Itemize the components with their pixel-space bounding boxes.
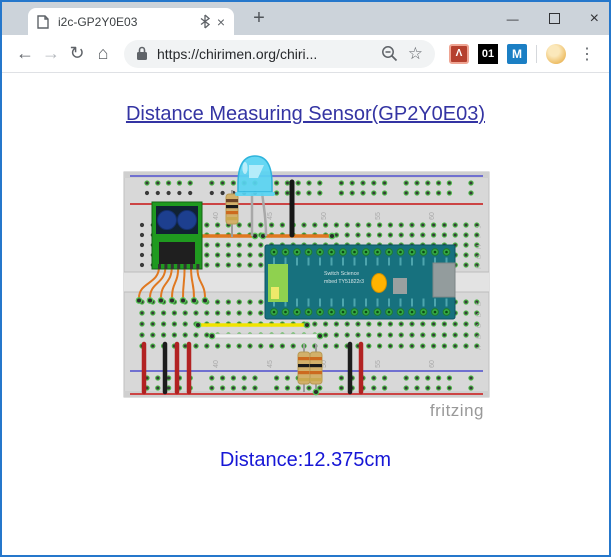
browser-menu-icon[interactable]: ⋮ [575, 44, 599, 64]
svg-text:H: H [477, 245, 483, 249]
svg-text:60: 60 [429, 212, 436, 220]
url-text[interactable]: https://chirimen.org/chiri... [148, 46, 381, 62]
m-extension-icon[interactable]: M [507, 44, 527, 64]
circuit-figure: 40404545505055556060JIHGFEDCBA Switch Sc… [122, 152, 490, 422]
01-extension-icon[interactable]: 01 [478, 44, 498, 64]
bluetooth-icon [200, 14, 210, 29]
svg-text:F: F [477, 265, 483, 269]
window-close-button[interactable]: × [590, 11, 599, 27]
svg-text:55: 55 [375, 360, 382, 368]
zoom-indicator-icon[interactable] [381, 45, 398, 62]
extensions-row: Λ 01 M ⋮ [443, 44, 599, 64]
svg-text:60: 60 [429, 360, 436, 368]
forward-icon[interactable]: → [38, 43, 64, 64]
fritzing-watermark: fritzing [429, 401, 483, 420]
svg-text:J: J [477, 226, 483, 229]
tab-title: i2c-GP2Y0E03 [49, 15, 200, 29]
svg-text:G: G [477, 254, 483, 259]
breadboard-image: 40404545505055556060JIHGFEDCBA Switch Sc… [122, 152, 490, 422]
mbed-label-line1: Switch Science [324, 271, 359, 277]
browser-tab[interactable]: i2c-GP2Y0E03 × [28, 8, 234, 35]
svg-text:45: 45 [267, 360, 274, 368]
tab-close-icon[interactable]: × [217, 15, 225, 29]
address-bar[interactable]: https://chirimen.org/chiri... ☆ [124, 40, 435, 68]
svg-text:40: 40 [213, 212, 220, 220]
home-icon[interactable]: ⌂ [90, 43, 116, 64]
back-icon[interactable]: ← [12, 43, 38, 64]
svg-text:55: 55 [375, 212, 382, 220]
page-title-link[interactable]: Distance Measuring Sensor(GP2Y0E03) [126, 103, 485, 126]
browser-toolbar: ← → ↻ ⌂ https://chirimen.org/chiri... ☆ … [2, 35, 609, 73]
distance-readout: Distance:12.375cm [2, 449, 609, 472]
svg-text:C: C [477, 323, 483, 328]
toolbar-divider [536, 45, 537, 63]
window-controls: — × [507, 2, 599, 35]
new-tab-button[interactable]: + [247, 6, 271, 30]
reload-icon[interactable]: ↻ [64, 43, 90, 64]
hamster-extension-icon[interactable] [546, 44, 566, 64]
tab-strip: i2c-GP2Y0E03 × + — × [2, 2, 609, 35]
svg-text:45: 45 [267, 212, 274, 220]
page-favicon-icon [37, 15, 49, 29]
lock-icon [136, 46, 148, 61]
svg-text:A: A [477, 346, 483, 350]
svg-text:B: B [477, 335, 483, 339]
svg-text:40: 40 [213, 360, 220, 368]
page-content: Distance Measuring Sensor(GP2Y0E03) 40 40… [2, 74, 609, 555]
mbed-label-line2: mbed TY51822r3 [324, 279, 364, 285]
bookmark-star-icon[interactable]: ☆ [408, 44, 423, 64]
window-maximize-button[interactable] [549, 13, 560, 24]
svg-text:50: 50 [321, 212, 328, 220]
pdf-extension-icon[interactable]: Λ [449, 44, 469, 64]
window-minimize-button[interactable]: — [507, 13, 519, 25]
svg-text:E: E [477, 302, 483, 306]
svg-text:D: D [477, 312, 483, 317]
